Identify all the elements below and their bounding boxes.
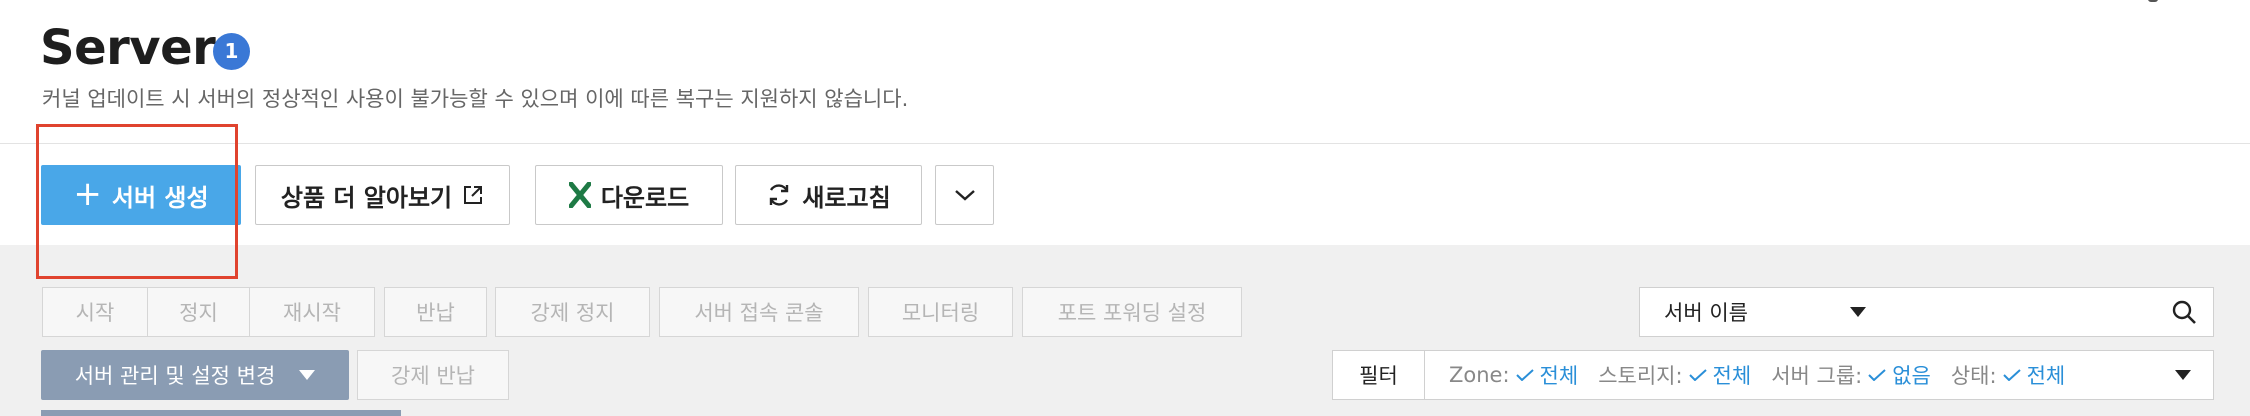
excel-icon	[568, 182, 591, 208]
learn-more-label: 상품 더 알아보기	[280, 183, 453, 212]
download-button[interactable]: 다운로드	[535, 165, 723, 225]
plus-icon: +	[73, 173, 102, 214]
filter-key: Zone:	[1449, 363, 1510, 387]
more-dropdown-button[interactable]	[935, 165, 994, 225]
chevron-down-icon	[954, 190, 975, 201]
search-input[interactable]	[1888, 287, 2214, 337]
force-return-button[interactable]: 강제 반납	[357, 350, 509, 400]
return-button[interactable]: 반납	[384, 287, 487, 337]
filter-value: 전체	[1712, 364, 1752, 388]
create-server-button[interactable]: + 서버 생성	[41, 165, 241, 225]
force-stop-button[interactable]: 강제 정지	[495, 287, 650, 337]
filter-zone[interactable]: Zone: 전체	[1449, 360, 1578, 390]
search-icon[interactable]	[2171, 299, 2197, 325]
check-icon	[2002, 369, 2021, 381]
toolbar: + 서버 생성 상품 더 알아보기 다운로드 새로고침	[0, 145, 2250, 245]
filter-key: 스토리지:	[1598, 364, 1683, 388]
refresh-button[interactable]: 새로고침	[735, 165, 922, 225]
filter-key: 서버 그룹:	[1771, 364, 1863, 388]
page-subtitle: 커널 업데이트 시 서버의 정상적인 사용이 불가능할 수 있으며 이에 따른 …	[42, 87, 909, 111]
monitoring-button[interactable]: 모니터링	[868, 287, 1013, 337]
search-field-select[interactable]: 서버 이름	[1639, 287, 1889, 337]
stop-button[interactable]: 정지	[148, 287, 250, 337]
dropdown-edge	[41, 410, 401, 416]
filter-key: 상태:	[1950, 364, 1997, 388]
filter-items: Zone: 전체 스토리지: 전체 서버 그룹: 없음 상태: 전체	[1425, 360, 2175, 390]
filter-caret-down-icon[interactable]	[2175, 370, 2191, 380]
restart-button[interactable]: 재시작	[250, 287, 375, 337]
check-icon	[1868, 369, 1886, 381]
port-forwarding-button[interactable]: 포트 포워딩 설정	[1022, 287, 1242, 337]
filter-value: 없음	[1892, 364, 1931, 388]
server-manage-dropdown[interactable]: 서버 관리 및 설정 변경	[41, 350, 349, 400]
external-link-icon	[464, 186, 483, 204]
server-manage-label: 서버 관리 및 설정 변경	[74, 364, 276, 388]
count-badge: 1	[213, 33, 250, 70]
refresh-label: 새로고침	[802, 183, 891, 212]
filter-server-group[interactable]: 서버 그룹: 없음	[1771, 360, 1931, 390]
filter-value: 전체	[2026, 364, 2066, 388]
download-label: 다운로드	[600, 183, 690, 212]
filter-bar[interactable]: 필터 Zone: 전체 스토리지: 전체 서버 그룹: 없음 상태: 전체	[1332, 350, 2214, 400]
refresh-icon	[770, 184, 789, 206]
caret-down-icon	[1850, 307, 1866, 317]
check-icon	[1688, 369, 1707, 381]
filter-status[interactable]: 상태: 전체	[1951, 360, 2065, 390]
search-field-label: 서버 이름	[1664, 301, 1748, 325]
create-server-label: 서버 생성	[111, 183, 209, 212]
check-icon	[1515, 369, 1534, 381]
page-header: Server 1 커널 업데이트 시 서버의 정상적인 사용이 불가능할 수 있…	[0, 0, 2250, 144]
console-button[interactable]: 서버 접속 콘솔	[659, 287, 859, 337]
corner-mark	[2148, 0, 2158, 2]
filter-storage[interactable]: 스토리지: 전체	[1598, 360, 1751, 390]
learn-more-button[interactable]: 상품 더 알아보기	[255, 165, 510, 225]
start-button[interactable]: 시작	[42, 287, 148, 337]
caret-down-icon	[299, 370, 316, 380]
filter-value: 전체	[1539, 364, 1579, 388]
page-title: Server	[40, 20, 216, 76]
filter-label[interactable]: 필터	[1333, 351, 1425, 399]
